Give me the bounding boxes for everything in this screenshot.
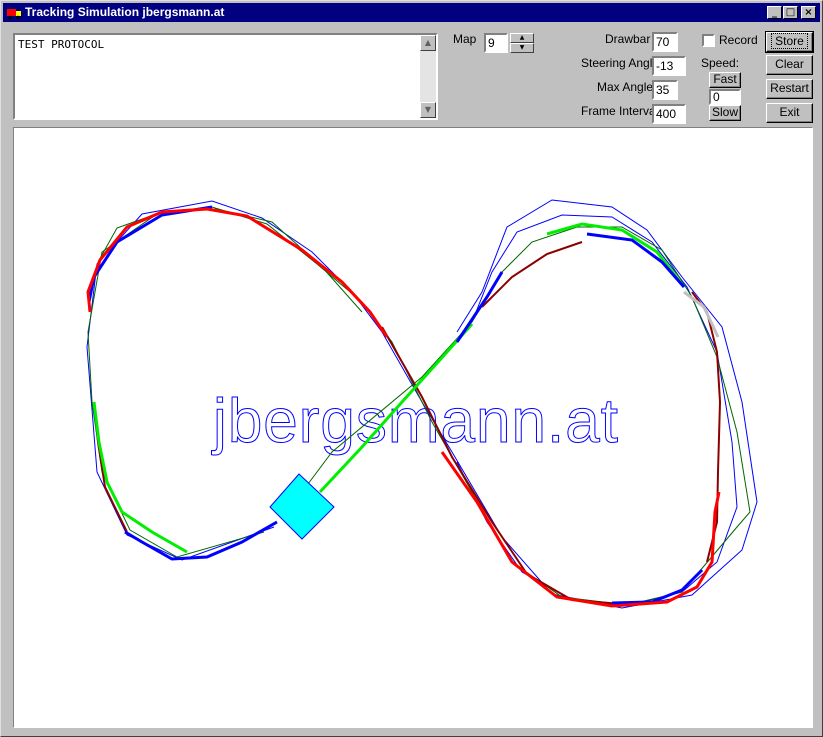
scroll-up-icon[interactable]: ▲: [420, 35, 436, 51]
simulation-canvas[interactable]: jbergsmann.at: [13, 127, 813, 728]
slow-button[interactable]: Slow: [709, 105, 741, 121]
maximize-button[interactable]: □: [783, 6, 798, 19]
drawbar-label: Drawbar: [605, 32, 651, 46]
protocol-scrollbar[interactable]: ▲ ▼: [420, 35, 436, 118]
watermark-text: jbergsmann.at: [211, 387, 619, 456]
map-spin-up-icon[interactable]: ▲: [510, 33, 534, 43]
minimize-button[interactable]: _: [767, 6, 782, 19]
restart-button[interactable]: Restart: [766, 79, 813, 99]
vehicle-marker: [269, 473, 335, 540]
frame-interval-field[interactable]: 400: [652, 104, 686, 124]
scroll-down-icon[interactable]: ▼: [420, 102, 436, 118]
record-label: Record: [719, 33, 758, 47]
track-drawing: jbergsmann.at: [86, 199, 758, 609]
gray-trace: [683, 290, 720, 338]
drawbar-field[interactable]: 70: [652, 32, 678, 52]
map-spin-down-icon[interactable]: ▼: [510, 43, 534, 53]
close-button[interactable]: ×: [801, 6, 816, 19]
steering-angle-label: Steering Angle: [581, 56, 660, 70]
protocol-memo[interactable]: TEST PROTOCOL ▲ ▼: [13, 33, 438, 120]
dark-green-trace-2: [97, 208, 363, 313]
max-angle-label: Max Angle: [597, 80, 654, 94]
app-window: Tracking Simulation jbergsmann.at _ □ × …: [0, 0, 823, 737]
protocol-text: TEST PROTOCOL: [18, 38, 105, 51]
map-field[interactable]: 9: [484, 33, 508, 53]
store-button-label: Store: [771, 33, 808, 49]
title-bar[interactable]: Tracking Simulation jbergsmann.at _ □ ×: [3, 3, 820, 22]
frame-interval-label: Frame Interval: [581, 104, 659, 118]
truck-app-icon: [7, 9, 21, 20]
window-title: Tracking Simulation jbergsmann.at: [25, 5, 225, 19]
record-checkbox[interactable]: [702, 34, 715, 47]
clear-button[interactable]: Clear: [766, 55, 813, 75]
speed-field[interactable]: 0: [709, 89, 741, 105]
fast-button[interactable]: Fast: [709, 72, 741, 88]
store-button[interactable]: Store: [765, 31, 814, 53]
steering-angle-field[interactable]: -13: [652, 56, 686, 76]
exit-button[interactable]: Exit: [766, 103, 813, 123]
speed-label: Speed:: [701, 56, 740, 70]
max-angle-field[interactable]: 35: [652, 80, 678, 100]
map-label: Map: [453, 32, 477, 46]
